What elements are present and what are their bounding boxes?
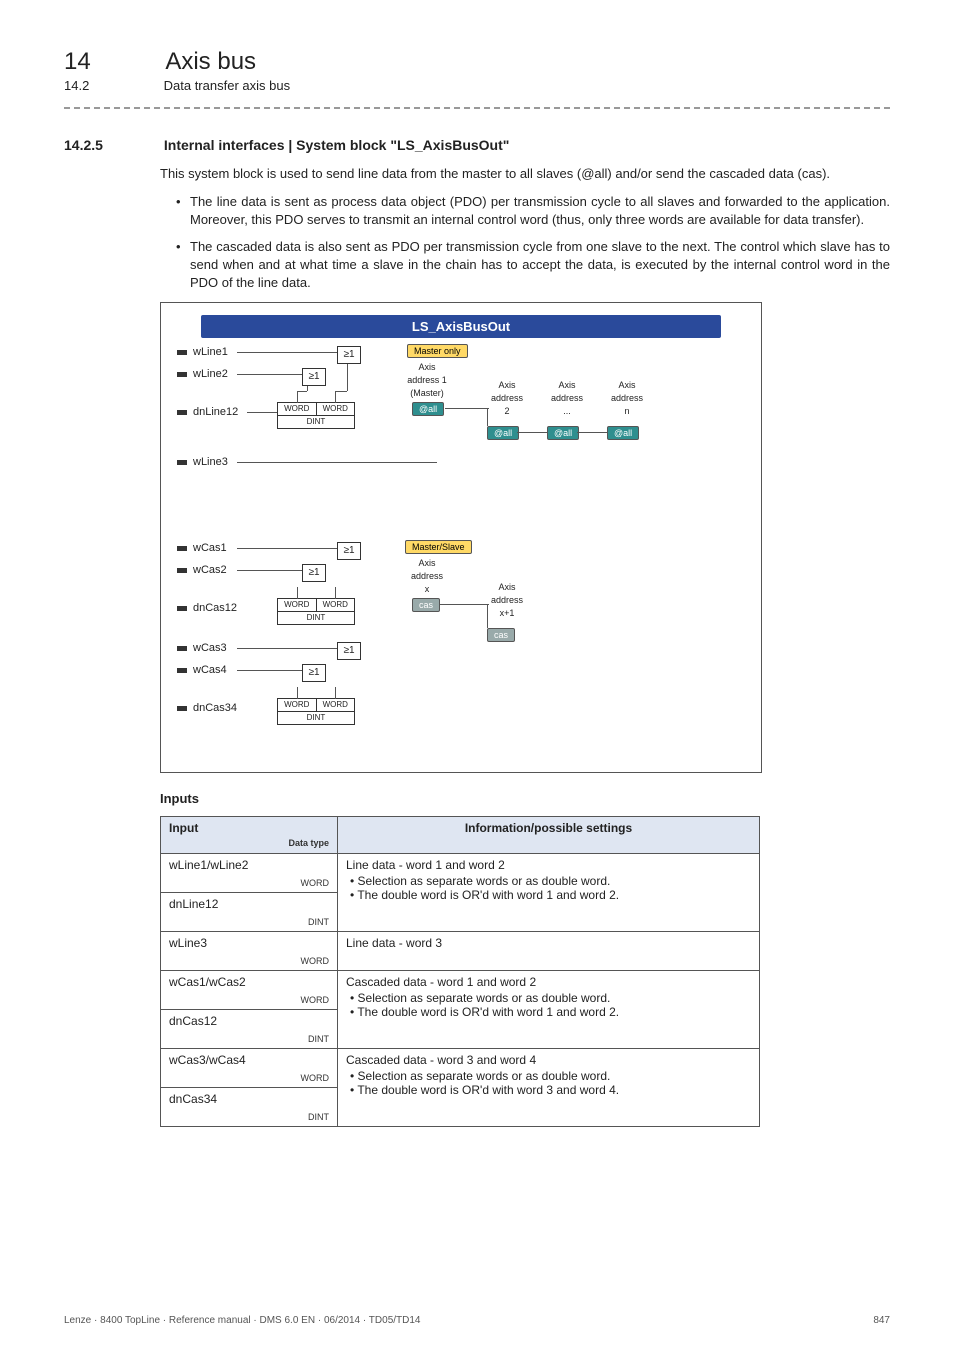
axis-col: Axis address 2 <box>482 380 532 419</box>
subchapter-title: Data transfer axis bus <box>164 78 290 93</box>
at-all-tag: @all <box>607 426 639 440</box>
dint-word-split-icon: WORDWORD DINT <box>277 598 355 625</box>
table-row: wLine1/wLine2 WORD Line data - word 1 an… <box>161 854 760 893</box>
table-row: wLine3 WORD Line data - word 3 <box>161 932 760 971</box>
section-intro: This system block is used to send line d… <box>160 165 890 183</box>
section-title: Internal interfaces | System block "LS_A… <box>164 137 510 153</box>
port-wline3: wLine3 <box>177 456 228 468</box>
port-wline2: wLine2 <box>177 368 228 380</box>
cas-tag: cas <box>412 598 440 612</box>
axis-col: Axis address 1 (Master) <box>402 362 452 401</box>
table-header-info: Information/possible settings <box>338 817 760 854</box>
diagram-cas-cluster: wCas1 wCas2 dnCas12 wCas3 wCas4 dnCas34 … <box>177 542 745 752</box>
master-only-tag: Master only <box>407 344 468 358</box>
section-divider <box>64 107 890 109</box>
section-number: 14.2.5 <box>64 137 160 153</box>
axis-col: Axis address n <box>602 380 652 419</box>
or-gate-icon: ≥1 <box>302 368 326 386</box>
subchapter-number: 14.2 <box>64 78 160 93</box>
or-gate-icon: ≥1 <box>337 346 361 364</box>
axis-col: Axis address ... <box>542 380 592 419</box>
diagram-title: LS_AxisBusOut <box>201 315 721 338</box>
at-all-tag: @all <box>487 426 519 440</box>
table-row: wCas1/wCas2 WORD Cascaded data - word 1 … <box>161 971 760 1010</box>
chapter-heading: 14 Axis bus <box>64 48 890 76</box>
inputs-heading: Inputs <box>160 791 890 806</box>
table-header-input: Input Data type <box>161 817 338 854</box>
subchapter-heading: 14.2 Data transfer axis bus <box>64 78 890 93</box>
table-row: wCas3/wCas4 WORD Cascaded data - word 3 … <box>161 1049 760 1088</box>
dint-word-split-icon: WORDWORD DINT <box>277 698 355 725</box>
port-wcas1: wCas1 <box>177 542 227 554</box>
port-wcas3: wCas3 <box>177 642 227 654</box>
section-heading: 14.2.5 Internal interfaces | System bloc… <box>64 137 890 153</box>
port-wcas2: wCas2 <box>177 564 227 576</box>
port-wline1: wLine1 <box>177 346 228 358</box>
port-wcas4: wCas4 <box>177 664 227 676</box>
dint-word-split-icon: WORDWORD DINT <box>277 402 355 429</box>
bullet-item: The line data is sent as process data ob… <box>176 193 890 229</box>
axis-col: Axis address x+1 <box>482 582 532 621</box>
section-bullets: The line data is sent as process data ob… <box>176 193 890 292</box>
page-footer: Lenze · 8400 TopLine · Reference manual … <box>64 1315 890 1326</box>
at-all-tag: @all <box>547 426 579 440</box>
system-block-diagram: LS_AxisBusOut wLine1 wLine2 dnLine12 wLi… <box>160 302 762 773</box>
chapter-number: 14 <box>64 48 160 76</box>
port-dncas34: dnCas34 <box>177 702 237 714</box>
diagram-line-cluster: wLine1 wLine2 dnLine12 wLine3 ≥1 ≥1 WORD… <box>177 346 745 536</box>
axis-col: Axis address x <box>402 558 452 597</box>
port-dnline12: dnLine12 <box>177 406 238 418</box>
footer-left: Lenze · 8400 TopLine · Reference manual … <box>64 1315 421 1326</box>
port-dncas12: dnCas12 <box>177 602 237 614</box>
cas-tag: cas <box>487 628 515 642</box>
or-gate-icon: ≥1 <box>302 664 326 682</box>
or-gate-icon: ≥1 <box>337 642 361 660</box>
chapter-title: Axis bus <box>165 48 256 75</box>
or-gate-icon: ≥1 <box>337 542 361 560</box>
master-slave-tag: Master/Slave <box>405 540 472 554</box>
or-gate-icon: ≥1 <box>302 564 326 582</box>
at-all-tag: @all <box>412 402 444 416</box>
footer-right: 847 <box>873 1315 890 1326</box>
inputs-table: Input Data type Information/possible set… <box>160 816 760 1127</box>
bullet-item: The cascaded data is also sent as PDO pe… <box>176 238 890 293</box>
